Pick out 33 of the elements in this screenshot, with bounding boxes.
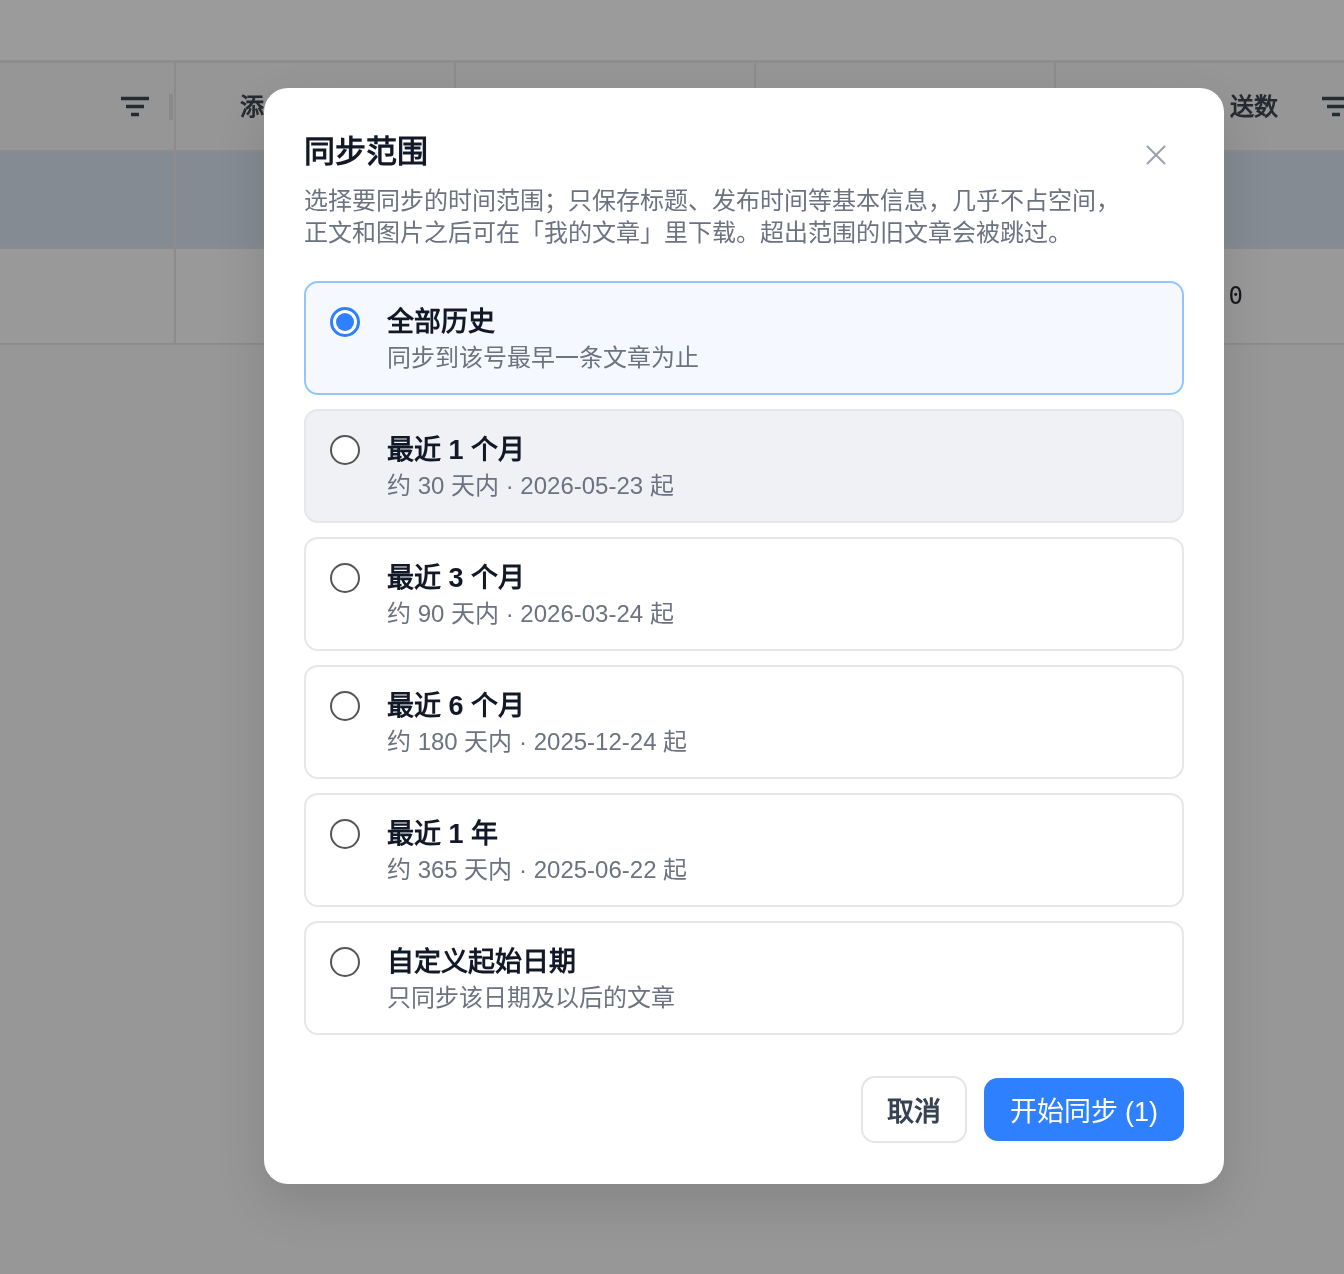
range-option[interactable]: 全部历史 同步到该号最早一条文章为止	[304, 281, 1184, 395]
option-label: 自定义起始日期	[387, 946, 576, 979]
radio-button[interactable]	[330, 947, 360, 977]
option-detail: 约 180 天内 · 2025-12-24 起	[387, 727, 688, 757]
range-option[interactable]: 最近 3 个月 约 90 天内 · 2026-03-24 起	[304, 537, 1184, 651]
option-detail: 约 30 天内 · 2026-05-23 起	[387, 471, 674, 501]
dialog-description: 选择要同步的时间范围；只保存标题、发布时间等基本信息，几乎不占空间，正文和图片之后可在「我的文章」里下载。超出范围的旧文章会被跳过。	[304, 186, 1121, 248]
range-option[interactable]: 最近 6 个月 约 180 天内 · 2025-12-24 起	[304, 665, 1184, 779]
option-detail: 约 90 天内 · 2026-03-24 起	[387, 599, 674, 629]
range-option[interactable]: 最近 1 个月 约 30 天内 · 2026-05-23 起	[304, 409, 1184, 523]
radio-button[interactable]	[330, 307, 360, 337]
option-detail: 约 365 天内 · 2025-06-22 起	[387, 855, 688, 885]
cancel-button[interactable]: 取消	[860, 1076, 967, 1143]
radio-button[interactable]	[330, 435, 360, 465]
radio-button[interactable]	[330, 819, 360, 849]
option-label: 最近 3 个月	[387, 562, 526, 595]
column-header: 添	[240, 91, 264, 122]
radio-button[interactable]	[330, 691, 360, 721]
start-sync-button[interactable]: 开始同步 (1)	[983, 1078, 1184, 1141]
filter-icon[interactable]	[1322, 96, 1344, 117]
option-detail: 只同步该日期及以后的文章	[387, 983, 675, 1013]
table-cell: 0	[1228, 281, 1243, 311]
column-header: 送数	[1230, 91, 1278, 122]
filter-icon[interactable]	[121, 96, 149, 117]
option-label: 最近 1 年	[387, 818, 499, 851]
range-option[interactable]: 最近 1 年 约 365 天内 · 2025-06-22 起	[304, 793, 1184, 907]
option-label: 最近 6 个月	[387, 690, 526, 723]
dialog-title: 同步范围	[304, 133, 428, 171]
option-detail: 同步到该号最早一条文章为止	[387, 343, 699, 373]
radio-button[interactable]	[330, 563, 360, 593]
option-label: 最近 1 个月	[387, 434, 526, 467]
range-option[interactable]: 自定义起始日期 只同步该日期及以后的文章	[304, 921, 1184, 1035]
option-label: 全部历史	[387, 306, 495, 339]
